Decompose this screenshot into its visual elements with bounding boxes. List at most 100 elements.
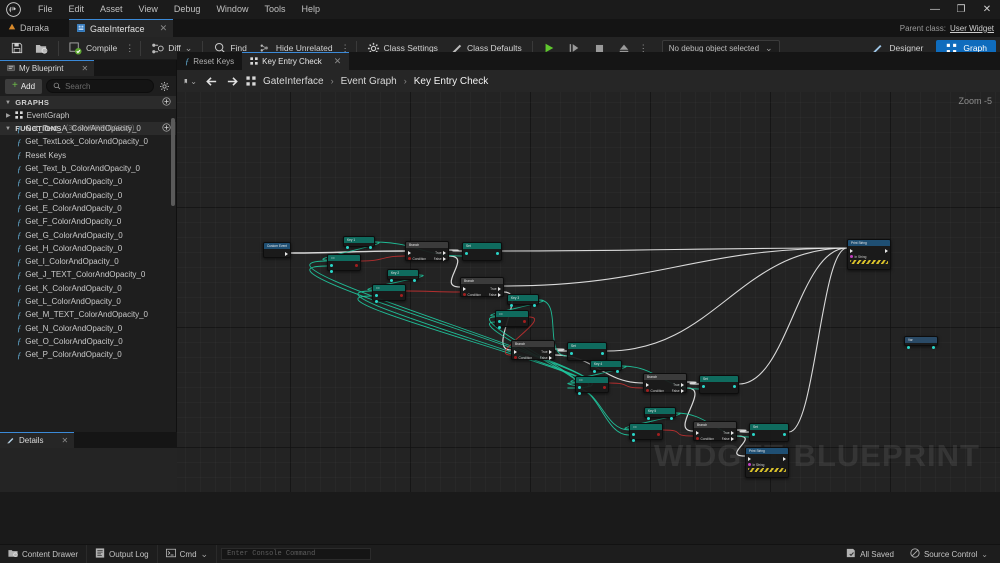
output-pin[interactable] [498,292,501,297]
menu-debug[interactable]: Debug [166,0,209,19]
graph-node-key5[interactable]: Key 5 [644,407,676,420]
input-pin[interactable] [408,257,411,260]
input-pin[interactable] [646,382,649,387]
sidebar-item-function[interactable]: ƒ Get_F_ColorAndOpacity_0 [0,215,177,228]
source-control-button[interactable]: Source Control ⌄ [902,545,996,563]
all-saved-indicator[interactable]: All Saved [838,545,902,563]
graph-node-sel5[interactable]: Set [749,423,789,442]
breadcrumb-item-gateinterface[interactable]: GateInterface [263,76,324,87]
output-pin[interactable] [731,430,734,435]
output-pin[interactable] [616,370,619,373]
input-pin[interactable] [570,352,573,355]
input-pin[interactable] [646,389,649,392]
graph-node-print2[interactable]: Print String In String [745,447,789,478]
sidebar-item-function[interactable]: ƒ Get_E_ColorAndOpacity_0 [0,202,177,215]
output-pin[interactable] [885,248,888,253]
menu-tools[interactable]: Tools [256,0,293,19]
input-pin[interactable] [390,279,393,282]
output-pin[interactable] [285,251,288,256]
menu-help[interactable]: Help [293,0,328,19]
graph-node-br1[interactable]: Branch True Condition False [405,241,449,261]
menu-window[interactable]: Window [208,0,256,19]
output-pin[interactable] [783,433,786,436]
sidebar-item-function[interactable]: ƒ Get_TextLock_ColorAndOpacity_0 [0,135,177,148]
input-pin[interactable] [647,417,650,420]
sidebar-item-function[interactable]: ƒ Get_N_ColorAndOpacity_0 [0,321,177,334]
graph-node-key1[interactable]: Key 1 [343,236,375,249]
output-pin[interactable] [413,279,416,282]
graph-node-eq1[interactable]: == [327,254,361,273]
breadcrumb-item-event-graph[interactable]: Event Graph [341,76,397,87]
sidebar-item-function[interactable]: ƒ Get_D_ColorAndOpacity_0 [0,188,177,201]
asset-tab-gateinterface[interactable]: GateInterface ✕ [69,19,174,37]
input-pin[interactable] [578,386,581,389]
add-graph-icon[interactable] [162,97,171,108]
graph-node-br4[interactable]: Branch True Condition False [643,373,687,393]
input-pin[interactable] [752,433,755,436]
output-pin[interactable] [549,349,552,354]
breadcrumb-item-key-entry-check[interactable]: Key Entry Check [414,76,488,87]
my-blueprint-settings-button[interactable] [158,80,171,93]
sidebar-item-function[interactable]: ƒ Get_C_ColorAndOpacity_0 [0,175,177,188]
output-pin[interactable] [533,304,536,307]
output-pin[interactable] [355,264,358,267]
graph-node-key2[interactable]: Key 2 [387,269,419,282]
save-button[interactable] [4,38,29,59]
input-pin[interactable] [463,286,466,291]
input-pin[interactable] [510,304,513,307]
output-pin[interactable] [603,386,606,389]
tab-details[interactable]: Details ✕ [0,432,75,448]
input-pin[interactable] [330,264,333,267]
menu-asset[interactable]: Asset [92,0,131,19]
sidebar-item-function[interactable]: ƒ Get_G_ColorAndOpacity_0 [0,228,177,241]
compile-options-icon[interactable]: ⋮ [123,43,136,54]
sidebar-item-function[interactable]: ƒ Get_P_ColorAndOpacity_0 [0,348,177,361]
output-pin[interactable] [731,436,734,441]
input-pin[interactable] [498,326,501,329]
nav-forward-button[interactable] [225,74,239,88]
input-pin[interactable] [632,439,635,442]
input-pin[interactable] [593,370,596,373]
sidebar-item-function[interactable]: ƒ Get_K_ColorAndOpacity_0 [0,282,177,295]
bookmark-dropdown-button[interactable]: ⌄ [183,74,197,88]
graph-node-br2[interactable]: Branch True Condition False [460,277,504,297]
nav-back-button[interactable] [204,74,218,88]
close-button[interactable]: ✕ [974,0,1000,19]
input-pin[interactable] [907,346,910,349]
output-pin[interactable] [496,252,499,255]
input-pin[interactable] [632,433,635,436]
compile-button[interactable]: Compile [63,38,123,59]
input-pin[interactable] [702,385,705,388]
input-pin[interactable] [578,392,581,395]
my-blueprint-tab-close-icon[interactable]: ✕ [81,64,88,73]
output-pin[interactable] [681,388,684,393]
search-input[interactable]: Search [46,79,154,93]
sidebar-item-function[interactable]: ƒ Get_M_TEXT_ColorAndOpacity_0 [0,308,177,321]
project-tab[interactable]: Daraka [0,19,59,37]
input-pin[interactable] [696,430,699,435]
chevron-right-icon[interactable]: ▶ [6,112,11,119]
minimize-button[interactable]: — [922,0,948,19]
output-pin[interactable] [670,417,673,420]
output-pin[interactable] [498,286,501,291]
input-pin[interactable] [463,293,466,296]
tab-reset-keys[interactable]: ƒ Reset Keys [177,52,242,70]
input-pin[interactable] [375,300,378,303]
input-pin[interactable] [330,270,333,273]
function-list-scrollbar[interactable] [171,118,175,206]
graph-node-br3[interactable]: Branch True Condition False [511,340,555,360]
output-pin[interactable] [783,456,786,461]
graph-node-eq3[interactable]: == [495,310,529,329]
input-pin[interactable] [696,437,699,440]
output-pin[interactable] [657,433,660,436]
output-pin[interactable] [601,352,604,355]
input-pin[interactable] [408,250,411,255]
graph-node-eq5[interactable]: == [629,423,663,442]
output-pin[interactable] [681,382,684,387]
graphs-section-header[interactable]: ▼ GRAPHS [0,96,176,109]
parent-class-link[interactable]: User Widget [950,24,994,33]
asset-tab-close-icon[interactable]: ✕ [160,23,168,34]
graph-node-eq2[interactable]: == [372,284,406,303]
tab-key-entry-check[interactable]: Key Entry Check ✕ [242,52,350,70]
sidebar-item-eventgraph[interactable]: ▶ EventGraph [0,109,176,122]
